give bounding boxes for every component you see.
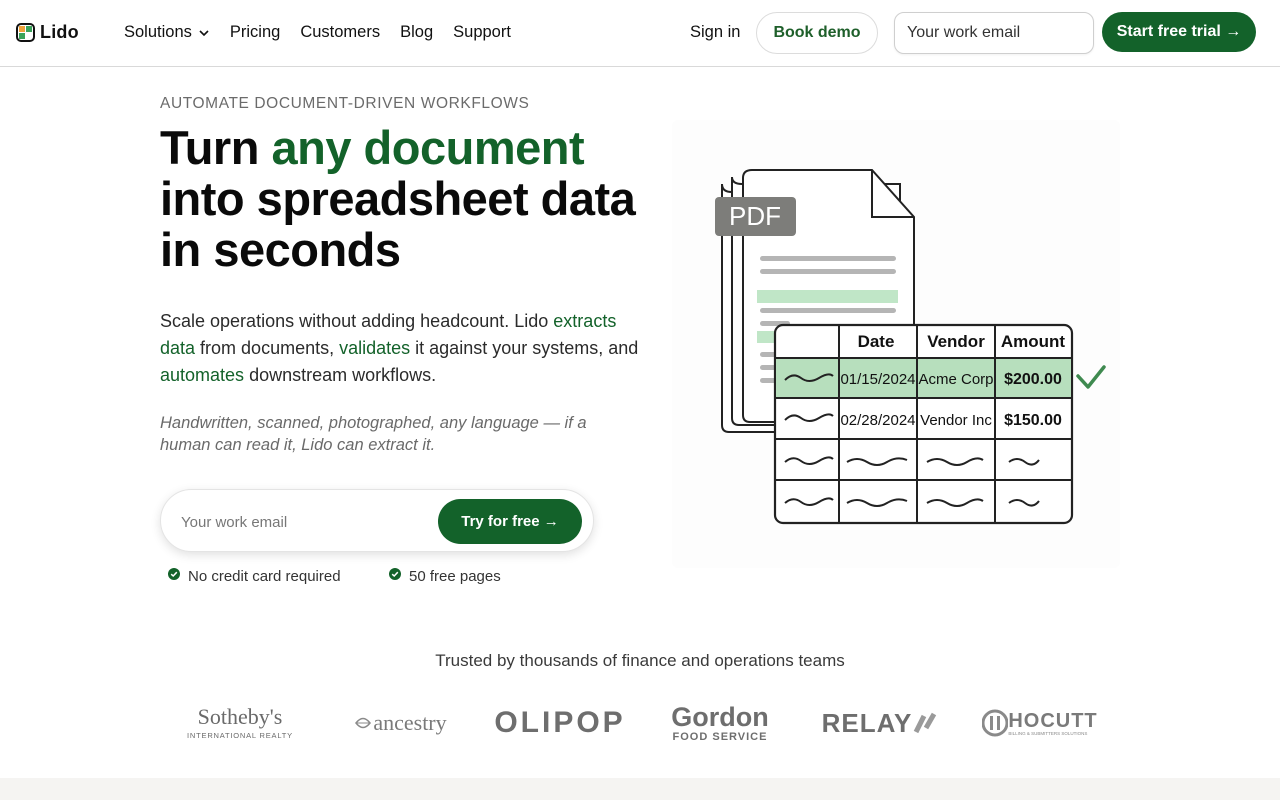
sign-in-link[interactable]: Sign in <box>690 23 740 42</box>
brand-name: Lido <box>40 22 79 42</box>
sothebys-logo: Sotheby's INTERNATIONAL REALTY <box>180 698 300 748</box>
trusted-label: Trusted by thousands of finance and oper… <box>435 651 845 670</box>
hocutt-text: HOCUTT BILLING & SUBMITTERS SOLUTIONS <box>1008 711 1097 736</box>
document-to-table-illustration: PDF Date Vendor Amount 01/15/2024 Acme C… <box>715 169 1106 525</box>
gordon-subline: FOOD SERVICE <box>672 730 768 743</box>
hero-note: Handwritten, scanned, photographed, any … <box>160 414 587 454</box>
sothebys-subline: INTERNATIONAL REALTY <box>187 731 293 740</box>
perk-no-credit-card: No credit card required <box>168 568 341 585</box>
top-nav: Lido Solutions Pricing Customers Blog Su… <box>0 0 1280 67</box>
nav-pricing[interactable]: Pricing <box>230 23 280 42</box>
hero-subtext: Scale operations without adding headcoun… <box>160 308 650 389</box>
olipop-wordmark: OLIPOP <box>494 706 626 739</box>
nav-blog[interactable]: Blog <box>400 23 433 42</box>
checkmark-icon <box>1076 365 1106 389</box>
chevron-down-icon <box>199 29 209 36</box>
sub-part3: it against your systems, and <box>410 338 639 358</box>
lido-logo-icon <box>16 23 35 42</box>
relay-slash-icon <box>914 712 937 734</box>
nav-solutions[interactable]: Solutions <box>124 23 210 42</box>
hero-illustration: PDF Date Vendor Amount 01/15/2024 Acme C… <box>672 120 1120 568</box>
headline-accent: any document <box>271 121 585 174</box>
next-section-band <box>0 778 1280 800</box>
check-circle-icon <box>389 568 401 580</box>
olipop-logo: OLIPOP <box>494 698 622 748</box>
perk-free-pages: 50 free pages <box>389 568 501 585</box>
table-header-amount: Amount <box>1001 332 1066 351</box>
sub-part1: Scale operations without adding headcoun… <box>160 311 554 331</box>
brand-logo[interactable]: Lido <box>16 22 79 43</box>
try-for-free-button[interactable]: Try for free → <box>438 499 582 544</box>
row1-date: 01/15/2024 <box>840 371 915 388</box>
gordon-wordmark: Gordon <box>671 701 769 732</box>
row1-amount: $200.00 <box>1004 371 1062 388</box>
leaf-icon <box>355 717 372 729</box>
row1-vendor: Acme Corp <box>918 371 993 388</box>
gordon-logo: Gordon FOOD SERVICE <box>660 698 780 748</box>
hero-signup-form: Try for free → <box>160 489 594 552</box>
nav-links: Solutions Pricing Customers Blog Support <box>124 23 511 42</box>
hocutt-logo: HOCUTT BILLING & SUBMITTERS SOLUTIONS <box>980 698 1100 748</box>
row2-amount: $150.00 <box>1004 412 1062 429</box>
hocutt-emblem-icon <box>982 709 1009 737</box>
nav-customers[interactable]: Customers <box>300 23 380 42</box>
sub-part4: downstream workflows. <box>244 365 437 385</box>
headline-prefix: Turn <box>160 121 272 174</box>
sub-part2: from documents, <box>195 338 340 358</box>
hocutt-wordmark: HOCUTT <box>1008 709 1098 732</box>
start-free-trial-button[interactable]: Start free trial → <box>1102 12 1256 52</box>
hero-headline: Turn any document into spreadsheet data … <box>160 122 650 275</box>
nav-support[interactable]: Support <box>453 23 511 42</box>
customer-logos: Sotheby's INTERNATIONAL REALTY ancestry … <box>160 698 1120 748</box>
nav-email-input[interactable] <box>894 12 1094 54</box>
row2-date: 02/28/2024 <box>840 412 915 429</box>
automates-link[interactable]: automates <box>160 365 244 385</box>
pdf-label: PDF <box>729 201 781 231</box>
check-circle-icon <box>168 568 180 580</box>
table-header-vendor: Vendor <box>927 332 985 351</box>
perk-label: No credit card required <box>188 568 341 585</box>
hero-eyebrow: AUTOMATE DOCUMENT-DRIVEN WORKFLOWS <box>160 95 530 112</box>
headline-rest: into spreadsheet data in seconds <box>160 172 636 276</box>
validates-link[interactable]: validates <box>339 338 410 358</box>
hocutt-subline: BILLING & SUBMITTERS SOLUTIONS <box>1008 730 1088 736</box>
relay-wordmark: RELAY <box>821 707 913 738</box>
row2-vendor: Vendor Inc <box>920 412 992 429</box>
nav-solutions-label: Solutions <box>124 23 192 41</box>
hero-email-input[interactable] <box>181 510 421 534</box>
table-header-date: Date <box>858 332 895 351</box>
ancestry-logo: ancestry <box>340 698 460 748</box>
ancestry-wordmark: ancestry <box>373 710 447 735</box>
perk-label: 50 free pages <box>409 568 501 585</box>
relay-logo: RELAY <box>820 698 940 748</box>
book-demo-button[interactable]: Book demo <box>756 12 878 54</box>
sothebys-wordmark: Sotheby's <box>197 704 283 729</box>
